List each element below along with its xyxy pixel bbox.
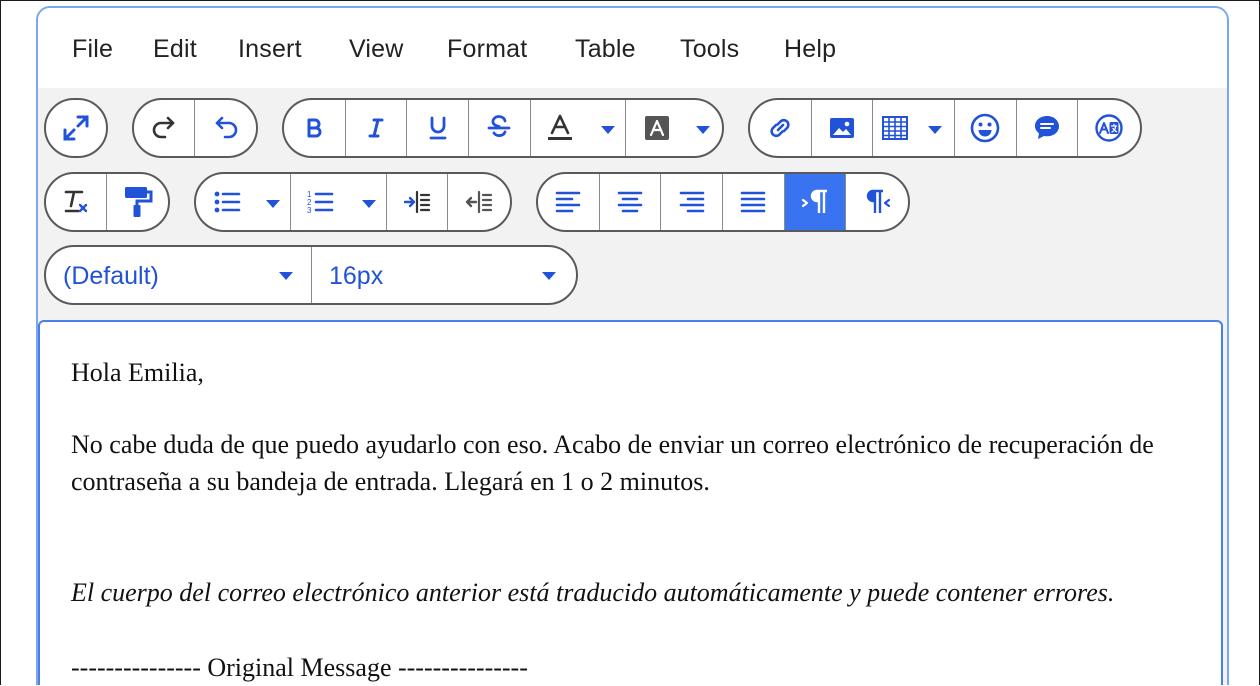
editor-content[interactable]: Hola Emilia, No cabe duda de que puedo a… (38, 320, 1223, 685)
font-family-select[interactable]: (Default) (46, 247, 312, 303)
bold-icon (307, 118, 322, 138)
chevron-down-icon (696, 126, 711, 134)
menu-table[interactable]: Table (575, 35, 636, 64)
indent-icon (403, 190, 431, 214)
insert-group (748, 98, 1142, 158)
redo-icon (152, 116, 175, 139)
comment-button[interactable] (1017, 100, 1079, 156)
underline-icon (429, 116, 447, 140)
align-center-button[interactable] (600, 174, 662, 230)
align-justify-icon (741, 191, 766, 213)
strikethrough-icon (488, 115, 511, 137)
format-painter-button[interactable] (107, 174, 168, 230)
outdent-button[interactable] (448, 174, 510, 230)
italic-button[interactable] (346, 100, 408, 156)
chevron-down-icon (601, 126, 616, 134)
emoji-button[interactable] (955, 100, 1017, 156)
comment-icon (1034, 116, 1059, 139)
numbered-list-button[interactable]: 1 2 3 (291, 174, 387, 230)
chevron-down-icon (266, 200, 281, 208)
rich-text-editor: File Edit Insert View Format Table Tools… (36, 6, 1229, 685)
history-group (132, 98, 258, 158)
indent-button[interactable] (387, 174, 449, 230)
bullet-list-icon (214, 191, 241, 213)
text-format-group (282, 98, 724, 158)
align-left-button[interactable] (538, 174, 600, 230)
body-paragraph: No cabe duda de que puedo ayudarlo con e… (71, 430, 1154, 496)
table-button[interactable] (873, 100, 955, 156)
alignment-group (536, 172, 910, 232)
align-center-icon (617, 191, 643, 213)
menu-insert[interactable]: Insert (238, 35, 302, 64)
font-color-button[interactable] (531, 100, 627, 156)
bold-button[interactable] (284, 100, 346, 156)
align-right-button[interactable] (661, 174, 724, 230)
font-size-select[interactable]: 16px (312, 247, 576, 303)
underline-button[interactable] (407, 100, 470, 156)
redo-button[interactable] (134, 100, 196, 156)
align-left-icon (556, 191, 581, 213)
image-icon (830, 118, 854, 138)
clear-format-group (44, 172, 170, 232)
table-icon (882, 116, 909, 140)
translate-button[interactable] (1078, 100, 1140, 156)
chevron-down-icon (542, 272, 556, 280)
translate-icon (1095, 114, 1123, 142)
view-group (44, 98, 108, 158)
emoji-icon (970, 113, 1000, 143)
menu-view[interactable]: View (349, 35, 404, 64)
list-group: 1 2 3 (194, 172, 512, 232)
link-button[interactable] (750, 100, 812, 156)
menu-edit[interactable]: Edit (153, 35, 197, 64)
ltr-icon (801, 189, 828, 213)
numbered-list-icon: 1 2 3 (307, 190, 334, 215)
rtl-button[interactable] (846, 174, 908, 230)
undo-button[interactable] (195, 100, 256, 156)
ltr-button[interactable] (784, 174, 847, 230)
font-family-value: (Default) (63, 262, 159, 290)
rtl-icon (867, 189, 891, 213)
clear-format-button[interactable] (46, 174, 108, 230)
background-color-button[interactable] (626, 100, 722, 156)
menu-help[interactable]: Help (784, 35, 836, 64)
menu-format[interactable]: Format (447, 35, 527, 64)
format-painter-icon (124, 187, 152, 217)
align-justify-button[interactable] (723, 174, 785, 230)
undo-icon (215, 116, 237, 139)
outdent-icon (466, 190, 493, 214)
font-color-icon (547, 114, 572, 140)
menu-file[interactable]: File (72, 35, 113, 64)
greeting-text: Hola Emilia, (71, 358, 204, 387)
chevron-down-icon (361, 200, 376, 208)
fullscreen-button[interactable] (46, 100, 106, 156)
image-button[interactable] (812, 100, 874, 156)
menu-bar: File Edit Insert View Format Table Tools… (38, 8, 1227, 88)
align-right-icon (679, 191, 704, 213)
chevron-down-icon (279, 272, 293, 280)
link-icon (770, 118, 790, 138)
italic-icon (368, 118, 384, 138)
background-color-icon (645, 116, 670, 140)
svg-text:3: 3 (307, 206, 312, 215)
fullscreen-icon (63, 115, 89, 141)
strikethrough-button[interactable] (469, 100, 531, 156)
font-select-group: (Default) 16px (44, 245, 578, 305)
chevron-down-icon (927, 126, 942, 134)
original-message-separator: --------------- Original Message -------… (71, 653, 528, 682)
translation-disclaimer: El cuerpo del correo electrónico anterio… (71, 578, 1115, 607)
bullet-list-button[interactable] (196, 174, 292, 230)
menu-tools[interactable]: Tools (680, 35, 739, 64)
window-frame: File Edit Insert View Format Table Tools… (0, 0, 1260, 685)
clear-format-icon (64, 190, 88, 213)
font-size-value: 16px (329, 262, 384, 290)
